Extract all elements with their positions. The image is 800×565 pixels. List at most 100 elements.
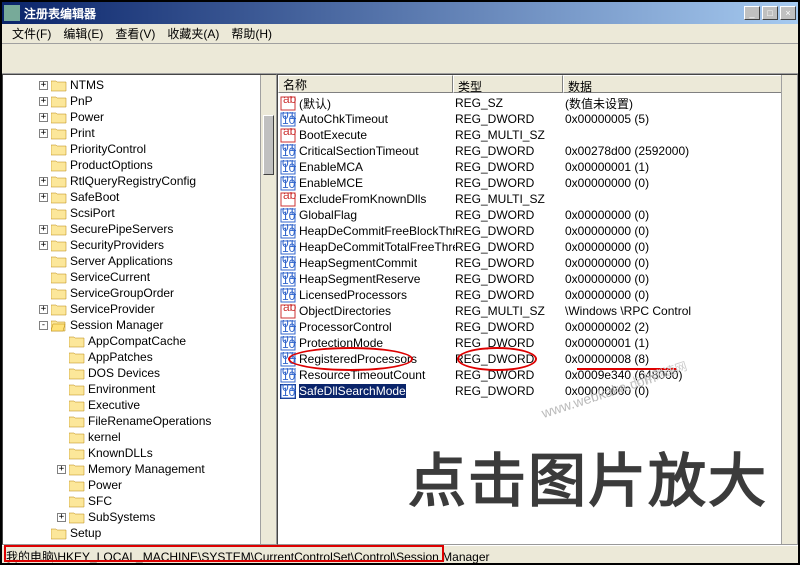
table-row[interactable]: 011101CriticalSectionTimeoutREG_DWORD0x0… [278,143,797,159]
expand-icon[interactable]: + [39,305,48,314]
tree-label: KnownDLLs [88,446,153,460]
close-button[interactable]: × [780,6,796,20]
tree-node[interactable]: Setup [3,525,276,541]
value-name: HeapDeCommitTotalFreeThreshold [299,240,455,254]
menu-item-3[interactable]: 收藏夹(A) [161,23,225,44]
table-row[interactable]: 011101ResourceTimeoutCountREG_DWORD0x000… [278,367,797,383]
table-row[interactable]: 011101HeapDeCommitFreeBlockThresholdREG_… [278,223,797,239]
col-data[interactable]: 数据 [563,75,797,93]
tree-node[interactable]: +RtlQueryRegistryConfig [3,173,276,189]
collapse-icon[interactable]: - [39,321,48,330]
tree-node[interactable]: Executive [3,397,276,413]
tree-spacer [57,433,66,442]
tree-node[interactable]: +SecurityProviders [3,237,276,253]
col-type[interactable]: 类型 [453,75,563,93]
tree-node[interactable]: AppPatches [3,349,276,365]
expand-icon[interactable]: + [39,81,48,90]
expand-icon[interactable]: + [39,241,48,250]
tree-node[interactable]: ScsiPort [3,205,276,221]
expand-icon[interactable]: + [39,545,48,546]
list-scrollbar[interactable] [781,75,797,544]
tree-node[interactable]: ProductOptions [3,157,276,173]
list-panel[interactable]: 名称 类型 数据 ab(默认)REG_SZ(数值未设置)011101AutoCh… [277,74,798,545]
minimize-button[interactable]: _ [744,6,760,20]
expand-icon[interactable]: + [39,97,48,106]
table-row[interactable]: abExcludeFromKnownDllsREG_MULTI_SZ [278,191,797,207]
dword-value-icon: 011101 [280,384,296,399]
expand-icon[interactable]: + [57,465,66,474]
tree-node[interactable]: +PnP [3,93,276,109]
value-name: HeapSegmentReserve [299,272,420,286]
table-row[interactable]: abBootExecuteREG_MULTI_SZ [278,127,797,143]
tree-node[interactable]: ServiceGroupOrder [3,285,276,301]
svg-text:ab: ab [283,304,296,314]
tree-node[interactable]: ServiceCurrent [3,269,276,285]
tree-node[interactable]: +Memory Management [3,461,276,477]
table-row[interactable]: 011101HeapDeCommitTotalFreeThresholdREG_… [278,239,797,255]
scroll-thumb[interactable] [263,115,274,175]
tree-node[interactable]: +SecurePipeServers [3,221,276,237]
table-row[interactable]: 011101SafeDllSearchModeREG_DWORD0x000000… [278,383,797,399]
tree-node[interactable]: SFC [3,493,276,509]
tree-node[interactable]: +NTMS [3,77,276,93]
table-row[interactable]: 011101LicensedProcessorsREG_DWORD0x00000… [278,287,797,303]
expand-icon[interactable]: + [39,113,48,122]
table-row[interactable]: 011101EnableMCAREG_DWORD0x00000001 (1) [278,159,797,175]
tree-spacer [39,257,48,266]
menu-item-0[interactable]: 文件(F) [6,23,57,44]
tree-node[interactable]: kernel [3,429,276,445]
tree-node[interactable]: Power [3,477,276,493]
tree-node[interactable]: PriorityControl [3,141,276,157]
table-row[interactable]: 011101EnableMCEREG_DWORD0x00000000 (0) [278,175,797,191]
tree-scrollbar[interactable] [260,75,276,544]
tree-node[interactable]: +StillImage [3,541,276,545]
tree-spacer [57,385,66,394]
table-row[interactable]: 011101GlobalFlagREG_DWORD0x00000000 (0) [278,207,797,223]
content-area: +NTMS+PnP+Power+PrintPriorityControlProd… [2,74,798,545]
tree-panel[interactable]: +NTMS+PnP+Power+PrintPriorityControlProd… [2,74,277,545]
tree-node[interactable]: Server Applications [3,253,276,269]
table-row[interactable]: 011101HeapSegmentReserveREG_DWORD0x00000… [278,271,797,287]
tree-node[interactable]: FileRenameOperations [3,413,276,429]
table-row[interactable]: 011101RegisteredProcessorsREG_DWORD0x000… [278,351,797,367]
svg-text:101: 101 [282,385,296,399]
table-row[interactable]: ab(默认)REG_SZ(数值未设置) [278,95,797,111]
value-name: AutoChkTimeout [299,112,388,126]
table-row[interactable]: abObjectDirectoriesREG_MULTI_SZ\Windows … [278,303,797,319]
svg-text:101: 101 [282,273,296,287]
tree-node[interactable]: +Print [3,125,276,141]
tree-label: Executive [88,398,140,412]
menu-item-4[interactable]: 帮助(H) [225,23,278,44]
tree-node[interactable]: - Session Manager [3,317,276,333]
value-data: 0x00000000 (0) [565,208,797,222]
menu-item-2[interactable]: 查看(V) [109,23,161,44]
expand-icon[interactable]: + [39,193,48,202]
table-row[interactable]: 011101ProcessorControlREG_DWORD0x0000000… [278,319,797,335]
tree-node[interactable]: +SafeBoot [3,189,276,205]
folder-icon [69,335,85,348]
svg-text:101: 101 [282,369,296,383]
dword-value-icon: 011101 [280,272,296,287]
expand-icon[interactable]: + [39,225,48,234]
table-row[interactable]: 011101ProtectionModeREG_DWORD0x00000001 … [278,335,797,351]
table-row[interactable]: 011101AutoChkTimeoutREG_DWORD0x00000005 … [278,111,797,127]
expand-icon[interactable]: + [57,513,66,522]
expand-icon[interactable]: + [39,177,48,186]
folder-icon [51,127,67,140]
tree-node[interactable]: +Power [3,109,276,125]
tree-node[interactable]: +SubSystems [3,509,276,525]
col-name[interactable]: 名称 [278,75,453,93]
tree-node[interactable]: DOS Devices [3,365,276,381]
string-value-icon: ab [280,304,296,319]
expand-icon[interactable]: + [39,129,48,138]
folder-icon [51,239,67,252]
tree-node[interactable]: AppCompatCache [3,333,276,349]
tree-node[interactable]: Environment [3,381,276,397]
tree-label: Session Manager [70,318,163,332]
tree-node[interactable]: KnownDLLs [3,445,276,461]
value-name: CriticalSectionTimeout [299,144,419,158]
tree-node[interactable]: +ServiceProvider [3,301,276,317]
maximize-button[interactable]: □ [762,6,778,20]
menu-item-1[interactable]: 编辑(E) [57,23,109,44]
table-row[interactable]: 011101HeapSegmentCommitREG_DWORD0x000000… [278,255,797,271]
